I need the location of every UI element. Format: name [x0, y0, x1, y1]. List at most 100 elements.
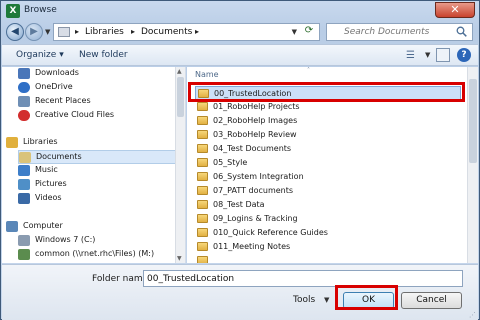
folder-icon [197, 102, 208, 111]
folder-name: 03_RoboHelp Review [213, 130, 297, 139]
file-row[interactable]: 02_RoboHelp Images [195, 114, 461, 128]
resize-grip-icon[interactable]: ⋰ [469, 311, 476, 319]
folder-icon [197, 172, 208, 181]
nav-item-partial[interactable] [18, 262, 178, 263]
scroll-down-icon[interactable]: ▼ [177, 255, 182, 262]
folder-name-field[interactable] [143, 270, 463, 287]
file-row[interactable]: 08_Test Data [195, 198, 461, 212]
videos-icon [18, 193, 30, 204]
file-row-selected[interactable]: 00_TrustedLocation [195, 86, 461, 100]
nav-item-music[interactable]: Music [18, 164, 178, 178]
folder-name: 010_Quick Reference Guides [213, 228, 328, 237]
file-row[interactable]: 09_Logins & Tracking [195, 212, 461, 226]
file-row[interactable]: 04_Test Documents [195, 142, 461, 156]
new-folder-button[interactable]: New folder [79, 50, 128, 60]
navigation-scrollbar[interactable]: ▲ ▼ [175, 67, 185, 263]
folder-icon [197, 200, 208, 209]
nav-item-downloads[interactable]: Downloads [18, 67, 178, 81]
nav-item-common-drive[interactable]: common (\\rnet.rhc\Files) (M:) [18, 248, 178, 262]
folder-icon [197, 242, 208, 251]
change-view-icon[interactable]: ☰ [406, 50, 415, 61]
nav-item-videos[interactable]: Videos [18, 192, 178, 206]
address-dropdown[interactable]: ▼ [292, 28, 297, 36]
search-icon[interactable] [456, 26, 467, 37]
breadcrumb-documents[interactable]: Documents [141, 27, 192, 37]
search-input[interactable] [327, 24, 452, 40]
refresh-icon[interactable]: ⟳ [301, 25, 317, 39]
folder-name: 01_RoboHelp Projects [213, 102, 300, 111]
file-row[interactable]: 010_Quick Reference Guides [195, 226, 461, 240]
scroll-thumb[interactable] [469, 79, 477, 163]
nav-item-label: Libraries [23, 137, 58, 146]
sort-arrow-icon: ˄ [307, 67, 310, 74]
folder-name: 07_PATT documents [213, 186, 294, 195]
network-drive-icon [18, 249, 30, 260]
nav-item-label: Windows 7 (C:) [35, 235, 96, 244]
breadcrumb-libraries[interactable]: Libraries [85, 27, 124, 37]
folder-icon [197, 256, 208, 263]
organize-button[interactable]: Organize ▾ [16, 50, 64, 60]
nav-item-label: Videos [35, 193, 62, 202]
ok-button[interactable]: OK [343, 292, 394, 309]
browse-dialog: X Browse ✕ ◀ ▶ ▼ ▸ Libraries ▸ Documents… [0, 0, 480, 320]
drive-icon [18, 235, 30, 246]
folder-name: 00_TrustedLocation [214, 89, 292, 98]
back-button[interactable]: ◀ [6, 23, 24, 41]
nav-item-recent-places[interactable]: Recent Places [18, 95, 178, 109]
help-icon[interactable]: ? [457, 48, 471, 62]
navigation-bar: ◀ ▶ ▼ ▸ Libraries ▸ Documents ▸ ▼ ⟳ [1, 21, 479, 43]
recent-locations-dropdown[interactable]: ▼ [45, 28, 50, 36]
folder-name: 04_Test Documents [213, 144, 292, 153]
scroll-up-icon[interactable]: ▲ [177, 68, 182, 75]
folder-icon [197, 158, 208, 167]
forward-button[interactable]: ▶ [25, 23, 43, 41]
nav-item-computer[interactable]: Computer [6, 220, 176, 234]
command-toolbar: Organize ▾ New folder ☰ ▼ ? [2, 44, 478, 66]
documents-icon [19, 152, 31, 163]
folder-icon [197, 186, 208, 195]
dialog-footer: Folder name: Tools ▼ OK Cancel ⋰ [2, 264, 478, 320]
folder-name: 08_Test Data [213, 200, 265, 209]
file-row[interactable]: 06_System Integration [195, 170, 461, 184]
address-bar[interactable]: ▸ Libraries ▸ Documents ▸ ▼ ⟳ [53, 23, 320, 41]
file-row[interactable]: 011_Meeting Notes [195, 240, 461, 254]
file-row[interactable]: 01_RoboHelp Projects [195, 100, 461, 114]
nav-item-libraries[interactable]: Libraries [6, 136, 176, 150]
chevron-right-icon[interactable]: ▸ [75, 27, 79, 36]
preview-pane-icon[interactable] [436, 48, 450, 62]
file-list-scrollbar[interactable] [467, 67, 478, 263]
downloads-icon [18, 68, 30, 79]
chevron-right-icon[interactable]: ▸ [131, 27, 135, 36]
folder-icon [197, 228, 208, 237]
location-icon [58, 27, 70, 37]
nav-item-creative-cloud[interactable]: Creative Cloud Files [18, 109, 178, 123]
file-row[interactable] [195, 254, 461, 263]
folder-icon [197, 214, 208, 223]
onedrive-icon [18, 82, 30, 93]
folder-name: 09_Logins & Tracking [213, 214, 298, 223]
nav-item-windows-drive[interactable]: Windows 7 (C:) [18, 234, 178, 248]
file-row[interactable]: 05_Style [195, 156, 461, 170]
view-dropdown[interactable]: ▼ [425, 51, 430, 59]
computer-icon [6, 221, 18, 232]
libraries-icon [6, 137, 18, 148]
nav-item-documents[interactable]: Documents [18, 150, 176, 164]
chevron-right-icon[interactable]: ▸ [195, 27, 199, 36]
file-row[interactable]: 07_PATT documents [195, 184, 461, 198]
folder-name: 011_Meeting Notes [213, 242, 291, 251]
folder-name-input[interactable] [144, 271, 462, 286]
nav-item-label: Creative Cloud Files [35, 110, 115, 119]
cancel-button[interactable]: Cancel [401, 292, 462, 309]
file-row[interactable]: 03_RoboHelp Review [195, 128, 461, 142]
title-bar: X Browse ✕ [1, 1, 479, 21]
tools-dropdown-icon[interactable]: ▼ [324, 296, 329, 304]
folder-icon [197, 116, 208, 125]
nav-item-pictures[interactable]: Pictures [18, 178, 178, 192]
nav-item-label: Documents [36, 152, 82, 161]
nav-item-onedrive[interactable]: OneDrive [18, 81, 178, 95]
scroll-thumb[interactable] [177, 77, 184, 117]
close-button[interactable]: ✕ [435, 2, 475, 18]
tools-button[interactable]: Tools [293, 295, 315, 305]
search-box[interactable] [326, 23, 473, 41]
column-header-name[interactable]: Name [195, 70, 219, 79]
